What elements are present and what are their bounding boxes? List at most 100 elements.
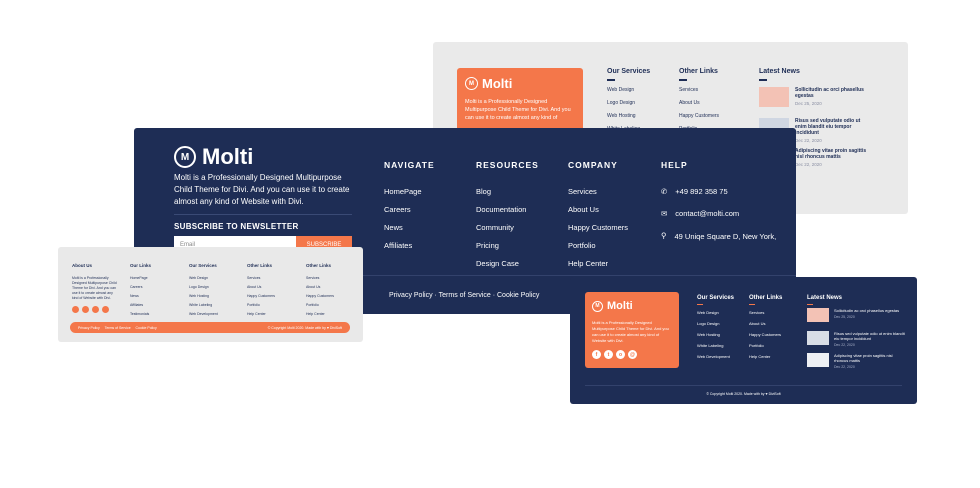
column-title: Our Services: [607, 68, 651, 75]
link-item[interactable]: Web Hosting: [697, 332, 734, 337]
company-link[interactable]: Portfolio: [568, 241, 628, 250]
logo[interactable]: M Molti: [592, 300, 633, 312]
column-title: Our Services: [189, 263, 217, 268]
link-item[interactable]: Portfolio: [306, 303, 334, 307]
nav-link[interactable]: HomePage: [384, 187, 435, 196]
news-item[interactable]: Risus sed vulputate odio ut enim blandit…: [807, 331, 907, 347]
logo-text: Molti: [202, 144, 254, 169]
link-item[interactable]: Services: [749, 310, 782, 315]
link-item[interactable]: Web Design: [697, 310, 734, 315]
news-title: Sollicitudin ac orci phasellus egestas: [834, 308, 900, 313]
logo-text: Molti: [607, 300, 633, 312]
nav-link[interactable]: News: [384, 223, 435, 232]
link-item[interactable]: Help Center: [306, 312, 334, 316]
email-address: contact@molti.com: [675, 209, 740, 218]
link-item[interactable]: Help Center: [247, 312, 275, 316]
column-title: Other Links: [247, 263, 273, 268]
link-item[interactable]: Web Hosting: [189, 294, 218, 298]
dribbble-icon[interactable]: @: [628, 350, 637, 359]
copyright-text: © Copyright Molti 2020. Made with by ♥ D…: [706, 392, 781, 396]
logo[interactable]: M Molti: [174, 144, 253, 170]
news-thumbnail: [807, 308, 829, 322]
nav-link[interactable]: Affiliates: [384, 241, 435, 250]
link-item[interactable]: Happy Customers: [247, 294, 275, 298]
policy-links[interactable]: Privacy Policy Terms of Service Cookie P…: [78, 326, 157, 330]
twitter-icon[interactable]: [82, 306, 89, 313]
column-title: RESOURCES: [476, 160, 539, 170]
facebook-icon[interactable]: [72, 306, 79, 313]
nav-link[interactable]: Careers: [384, 205, 435, 214]
link-item[interactable]: HomePage: [130, 276, 151, 280]
policy-links[interactable]: Privacy Policy · Terms of Service · Cook…: [389, 292, 539, 299]
link-item[interactable]: Services: [306, 276, 334, 280]
company-link[interactable]: Help Center: [568, 259, 628, 268]
brand-description: Molti is a Professionally Designed Multi…: [465, 99, 571, 121]
link-item[interactable]: About Us: [247, 285, 275, 289]
instagram-icon[interactable]: [92, 306, 99, 313]
news-item[interactable]: Sollicitudin ac orci phasellus egestas De…: [759, 87, 869, 107]
link-item[interactable]: Logo Design: [607, 100, 650, 106]
phone-icon: ✆: [661, 187, 668, 196]
link-item[interactable]: Happy Customers: [749, 332, 782, 337]
link-item[interactable]: Careers: [130, 285, 151, 289]
link-item[interactable]: About Us: [679, 100, 719, 106]
mail-icon: ✉: [661, 209, 668, 218]
link-item[interactable]: Web Development: [697, 354, 734, 359]
link-item[interactable]: White Labeling: [189, 303, 218, 307]
news-item[interactable]: Adipiscing vitae proin sagittis nisl rho…: [807, 353, 907, 369]
company-link[interactable]: Happy Customers: [568, 223, 628, 232]
resource-link[interactable]: Pricing: [476, 241, 539, 250]
link-item[interactable]: Testimonials: [130, 312, 151, 316]
link-item[interactable]: Services: [679, 87, 719, 93]
social-icons: f t o @: [592, 350, 637, 359]
link-item[interactable]: White Labeling: [697, 343, 734, 348]
address-text: 49 Uniqe Square D, New York,: [674, 232, 777, 241]
link-item[interactable]: Portfolio: [247, 303, 275, 307]
link-item[interactable]: Web Design: [607, 87, 650, 93]
link-item[interactable]: Happy Customers: [306, 294, 334, 298]
link-item[interactable]: Web Development: [189, 312, 218, 316]
link-item[interactable]: Web Hosting: [607, 113, 650, 119]
link-item[interactable]: Portfolio: [749, 343, 782, 348]
link-item[interactable]: News: [130, 294, 151, 298]
resource-link[interactable]: Documentation: [476, 205, 539, 214]
about-text: Molti is a Professionally Designed Multi…: [72, 276, 117, 300]
company-link[interactable]: Services: [568, 187, 628, 196]
link-item[interactable]: About Us: [306, 285, 334, 289]
link-item[interactable]: Logo Design: [189, 285, 218, 289]
news-thumbnail: [759, 87, 789, 107]
resource-link[interactable]: Community: [476, 223, 539, 232]
twitter-icon[interactable]: t: [604, 350, 613, 359]
facebook-icon[interactable]: f: [592, 350, 601, 359]
email-row[interactable]: ✉ contact@molti.com: [661, 209, 786, 218]
dribbble-icon[interactable]: [102, 306, 109, 313]
link-item[interactable]: Happy Customers: [679, 113, 719, 119]
link-item[interactable]: Affiliates: [130, 303, 151, 307]
title-underline: [759, 79, 767, 81]
column-title: Other Links: [306, 263, 332, 268]
news-title: Adipiscing vitae proin sagittis nisl rho…: [795, 148, 867, 160]
news-thumbnail: [807, 331, 829, 345]
link-item[interactable]: Web Design: [189, 276, 218, 280]
company-link[interactable]: About Us: [568, 205, 628, 214]
resource-link[interactable]: Design Case: [476, 259, 539, 268]
title-underline: [607, 79, 615, 81]
news-thumbnail: [807, 353, 829, 367]
column-title: About Us: [72, 263, 92, 268]
link-item[interactable]: Services: [247, 276, 275, 280]
brand-box: M Molti Molti is a Professionally Design…: [585, 292, 679, 368]
instagram-icon[interactable]: o: [616, 350, 625, 359]
news-item[interactable]: Sollicitudin ac orci phasellus egestas De…: [807, 308, 907, 322]
newsletter-title: SUBSCRIBE TO NEWSLETTER: [174, 222, 299, 231]
phone-row[interactable]: ✆ +49 892 358 75: [661, 187, 786, 196]
our-links-column: Our Links HomePage Careers News Affiliat…: [130, 263, 151, 321]
link-item[interactable]: Help Center: [749, 354, 782, 359]
logo[interactable]: M Molti: [465, 76, 512, 91]
news-title: Risus sed vulputate odio ut enim blandit…: [834, 331, 905, 341]
logo-icon: M: [465, 77, 478, 90]
resource-link[interactable]: Blog: [476, 187, 539, 196]
latest-news-column: Latest News: [759, 68, 800, 87]
column-title: Our Links: [130, 263, 152, 268]
link-item[interactable]: About Us: [749, 321, 782, 326]
link-item[interactable]: Logo Design: [697, 321, 734, 326]
